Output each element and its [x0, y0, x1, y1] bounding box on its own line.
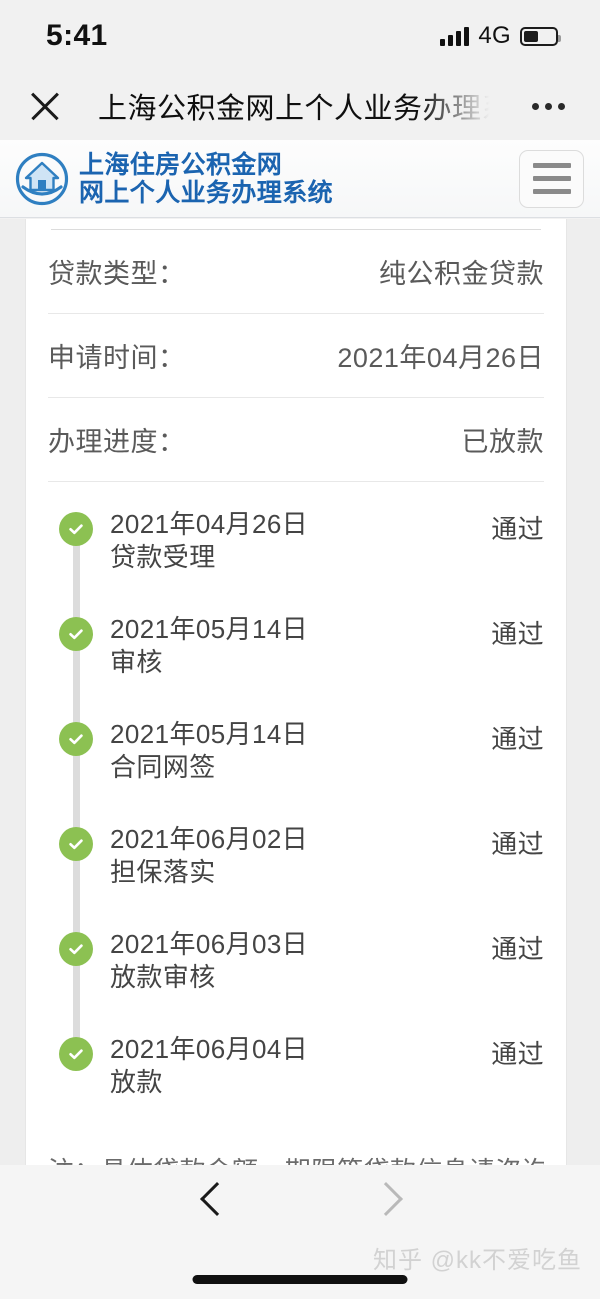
timeline-item-body: 2021年05月14日 合同网签	[110, 718, 481, 785]
disclaimer-note: 注：具体贷款金额、期限等贷款信息请咨询贷	[48, 1138, 544, 1165]
check-circle-icon	[59, 722, 93, 756]
page-title: 上海公积金网上个人业务办理系统	[98, 93, 510, 125]
timeline-item: 2021年06月04日 放款 通过	[48, 1033, 544, 1138]
house-circle-logo-icon	[14, 151, 70, 207]
browser-bottom-bar: 知乎 @kk不爱吃鱼	[0, 1165, 600, 1299]
check-circle-icon	[59, 827, 93, 861]
timeline-item-name: 放款	[110, 1067, 163, 1098]
timeline-item-status: 通过	[491, 514, 544, 544]
chevron-right-icon[interactable]	[371, 1183, 401, 1213]
site-brand-title: 上海住房公积金网 网上个人业务办理系统	[79, 151, 333, 207]
timeline-item-status: 通过	[491, 1039, 544, 1069]
site-header: 上海住房公积金网 网上个人业务办理系统	[0, 140, 600, 218]
timeline-item-date: 2021年06月02日	[110, 824, 309, 854]
watermark: 知乎 @kk不爱吃鱼	[372, 1247, 582, 1274]
progress-timeline: 2021年04月26日 贷款受理 通过 2021年05月14日 审核 通过 20…	[48, 482, 544, 1138]
progress-status-label: 办理进度：	[48, 427, 186, 457]
status-time: 5:41	[46, 19, 108, 52]
loan-type-label: 贷款类型：	[48, 259, 186, 289]
status-indicators: 4G	[440, 22, 561, 50]
timeline-item-date: 2021年06月04日	[110, 1034, 309, 1064]
check-circle-icon	[59, 932, 93, 966]
timeline-item-date: 2021年05月14日	[110, 719, 309, 749]
timeline-item-name: 审核	[110, 647, 163, 678]
timeline-item: 2021年05月14日 审核 通过	[48, 613, 544, 748]
progress-status-value: 已放款	[461, 427, 544, 457]
timeline-item: 2021年05月14日 合同网签 通过	[48, 718, 544, 853]
timeline-item-name: 贷款受理	[110, 542, 216, 573]
timeline-item-date: 2021年05月14日	[110, 614, 309, 644]
timeline-item-status: 通过	[491, 619, 544, 649]
brand-line-2: 网上个人业务办理系统	[79, 178, 334, 207]
timeline-item-body: 2021年06月04日 放款	[110, 1033, 481, 1100]
home-indicator-bar[interactable]	[192, 1275, 408, 1284]
timeline-item: 2021年06月02日 担保落实 通过	[48, 823, 544, 958]
apply-time-value: 2021年04月26日	[337, 343, 544, 373]
check-circle-icon	[59, 617, 93, 651]
battery-icon	[520, 26, 561, 46]
timeline-item-body: 2021年04月26日 贷款受理	[110, 508, 481, 575]
timeline-item-date: 2021年04月26日	[110, 509, 309, 539]
timeline-item-body: 2021年06月03日 放款审核	[110, 928, 481, 995]
info-row: 贷款类型： 纯公积金贷款	[48, 230, 544, 314]
status-bar: 5:41 4G	[0, 0, 600, 72]
phone-screen: 5:41 4G 上海公积金网上个人业务办理系统 上海住房公积金网 网上个人业务办…	[0, 0, 600, 1299]
network-type-label: 4G	[478, 22, 511, 49]
more-dots-icon[interactable]	[518, 102, 578, 110]
timeline-item: 2021年06月03日 放款审核 通过	[48, 928, 544, 1063]
check-circle-icon	[59, 512, 93, 546]
timeline-item-name: 合同网签	[110, 752, 216, 783]
timeline-item-status: 通过	[491, 829, 544, 859]
content-viewport[interactable]: 贷款类型： 纯公积金贷款 申请时间： 2021年04月26日 办理进度： 已放款	[0, 219, 600, 1165]
loan-type-value: 纯公积金贷款	[379, 259, 544, 289]
apply-time-label: 申请时间：	[48, 343, 186, 373]
timeline-item-date: 2021年06月03日	[110, 929, 309, 959]
brand-line-1: 上海住房公积金网	[79, 150, 283, 179]
signal-bars-icon	[440, 26, 470, 46]
page-title-container: 上海公积金网上个人业务办理系统	[98, 85, 510, 127]
timeline-item-body: 2021年06月02日 担保落实	[110, 823, 481, 890]
loan-progress-card: 贷款类型： 纯公积金贷款 申请时间： 2021年04月26日 办理进度： 已放款	[25, 219, 567, 1165]
close-icon[interactable]	[22, 83, 68, 129]
timeline-item: 2021年04月26日 贷款受理 通过	[48, 508, 544, 643]
timeline-item-status: 通过	[491, 724, 544, 754]
timeline-item-name: 担保落实	[110, 857, 216, 888]
browser-nav-bar: 上海公积金网上个人业务办理系统	[0, 72, 600, 140]
chevron-left-icon[interactable]	[199, 1183, 229, 1213]
info-row: 申请时间： 2021年04月26日	[48, 314, 544, 398]
info-row: 办理进度： 已放款	[48, 398, 544, 482]
check-circle-icon	[59, 1037, 93, 1071]
timeline-item-name: 放款审核	[110, 962, 216, 993]
timeline-item-status: 通过	[491, 934, 544, 964]
browser-nav-arrows	[0, 1183, 600, 1213]
hamburger-menu-icon[interactable]	[519, 149, 584, 208]
timeline-item-body: 2021年05月14日 审核	[110, 613, 481, 680]
